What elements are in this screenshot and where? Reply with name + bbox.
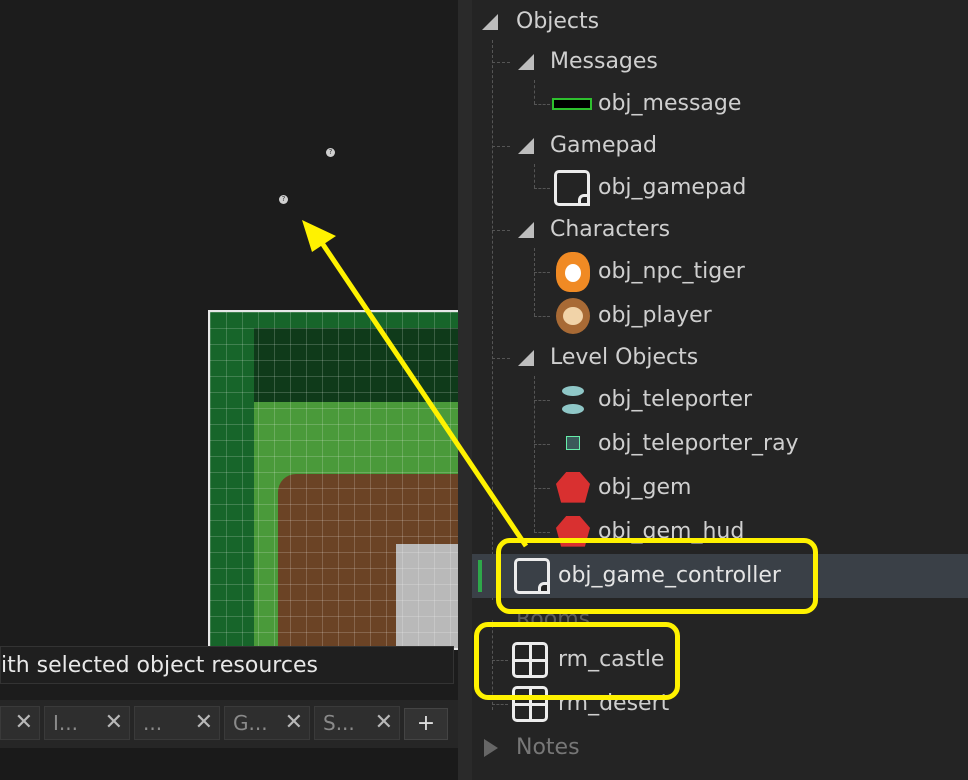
asset-label: obj_teleporter: [598, 387, 753, 412]
panel-splitter[interactable]: [458, 0, 472, 780]
tab-label: S...: [323, 711, 355, 735]
tab-label: I...: [53, 711, 78, 735]
room-status-bar: ith selected object resources: [0, 646, 454, 684]
collapsed-triangle-icon[interactable]: [484, 739, 498, 757]
layer-tab-2[interactable]: I... ✕: [44, 706, 130, 740]
group-label: Objects: [516, 9, 600, 34]
monkey-sprite-icon: [556, 298, 590, 334]
group-label: Level Objects: [550, 345, 699, 370]
tree-guide: [534, 248, 535, 316]
layer-tab-5[interactable]: S... ✕: [314, 706, 400, 740]
close-icon[interactable]: ✕: [195, 707, 213, 739]
expand-triangle-icon[interactable]: [518, 222, 534, 238]
expand-triangle-icon[interactable]: [518, 54, 534, 70]
group-label: Characters: [550, 217, 671, 242]
room-canvas[interactable]: [208, 310, 458, 650]
tree-guide: [534, 316, 550, 317]
expand-triangle-icon[interactable]: [482, 14, 498, 30]
tree-guide: [534, 400, 550, 401]
instance-marker-1[interactable]: ?: [326, 148, 335, 157]
teleporter-sprite-icon: [562, 386, 584, 396]
group-label: Messages: [550, 49, 658, 74]
group-label: Notes: [516, 735, 580, 760]
layer-tab-bar: ✕ I... ✕ ... ✕ G... ✕ S... ✕ +: [0, 700, 458, 748]
tree-guide: [492, 146, 510, 147]
add-layer-button[interactable]: +: [404, 708, 448, 740]
layer-tab-3[interactable]: ... ✕: [134, 706, 220, 740]
tab-label: G...: [233, 711, 268, 735]
tree-guide: [534, 104, 550, 105]
gem-sprite-icon: [556, 472, 590, 503]
asset-label: obj_teleporter_ray: [598, 431, 799, 456]
close-icon[interactable]: ✕: [15, 707, 33, 739]
teleporter-ray-sprite-icon: [566, 436, 580, 450]
close-icon[interactable]: ✕: [285, 707, 303, 739]
message-sprite-icon: [552, 98, 592, 110]
layer-tab-4[interactable]: G... ✕: [224, 706, 310, 740]
asset-label: obj_gem: [598, 475, 692, 500]
bottom-strip: [0, 748, 458, 780]
group-label: Gamepad: [550, 133, 657, 158]
asset-label: obj_npc_tiger: [598, 259, 745, 284]
teleporter-sprite-icon: [562, 404, 584, 414]
tree-guide: [534, 272, 550, 273]
expand-triangle-icon[interactable]: [518, 350, 534, 366]
status-text: ith selected object resources: [1, 653, 318, 678]
tree-guide: [492, 230, 510, 231]
close-icon[interactable]: ✕: [105, 707, 123, 739]
tree-guide: [534, 80, 535, 104]
tab-label: ...: [143, 711, 163, 735]
tree-guide: [492, 358, 510, 359]
asset-label: obj_message: [598, 91, 742, 116]
asset-label: obj_gamepad: [598, 175, 747, 200]
selection-indicator: [478, 560, 482, 592]
tree-guide: [534, 164, 535, 188]
room-editor-panel[interactable]: ? ? ith selected object resources ✕ I...…: [0, 0, 458, 780]
close-icon[interactable]: ✕: [375, 707, 393, 739]
tree-guide: [534, 488, 550, 489]
object-icon: [554, 170, 590, 206]
tree-guide: [534, 532, 550, 533]
asset-label: obj_player: [598, 303, 712, 328]
tree-guide: [534, 188, 550, 189]
tree-guide: [492, 704, 508, 705]
instance-marker-2[interactable]: ?: [279, 195, 288, 204]
tree-guide: [492, 40, 493, 600]
highlight-box-selected-object: [496, 538, 818, 614]
expand-triangle-icon[interactable]: [518, 138, 534, 154]
room-grid: [210, 312, 458, 648]
highlight-box-room: [474, 622, 680, 700]
tiger-sprite-icon: [556, 252, 590, 292]
tree-guide: [492, 62, 510, 63]
tree-guide: [534, 444, 550, 445]
layer-tab-1[interactable]: ✕: [0, 706, 40, 740]
